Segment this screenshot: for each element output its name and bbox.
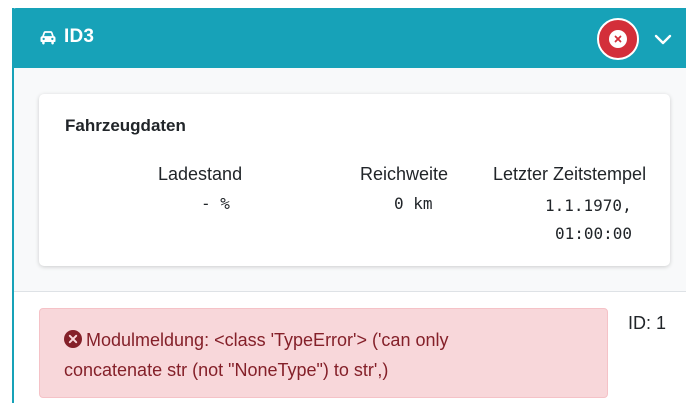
range-value: 0 km <box>394 194 433 213</box>
timestamp-time: 01:00:00 <box>555 224 633 243</box>
car-icon <box>40 31 56 45</box>
error-alert: Modulmeldung: <class 'TypeError'> ('can … <box>39 308 608 398</box>
vehicle-panel: ID3 Fahrzeugdaten Ladestand - % Reichwei… <box>0 0 686 403</box>
vehicle-data-card: Fahrzeugdaten Ladestand - % Reichweite 0… <box>39 94 670 266</box>
alert-line-1: Modulmeldung: <class 'TypeError'> ('can … <box>64 325 583 355</box>
alert-text-2: concatenate str (not "NoneType") to str'… <box>64 360 389 380</box>
vehicle-name: ID3 <box>64 26 95 47</box>
timestamp-date: 1.1.1970, <box>545 196 632 215</box>
panel-header[interactable]: ID3 <box>12 8 686 68</box>
module-id: ID: 1 <box>628 313 667 333</box>
header-title-group: ID3 <box>38 26 94 48</box>
error-circle-icon <box>64 330 82 348</box>
timestamp-label: Letzter Zeitstempel <box>493 164 647 184</box>
alert-text-1: Modulmeldung: <class 'TypeError'> ('can … <box>86 330 449 350</box>
chevron-down-icon[interactable] <box>652 28 674 50</box>
error-circle-icon <box>609 30 627 48</box>
card-title: Fahrzeugdaten <box>65 116 186 135</box>
range-label: Reichweite <box>360 164 449 184</box>
charge-level-label: Ladestand <box>158 164 243 184</box>
status-button[interactable] <box>597 18 639 60</box>
charge-level-value: - % <box>201 194 230 213</box>
